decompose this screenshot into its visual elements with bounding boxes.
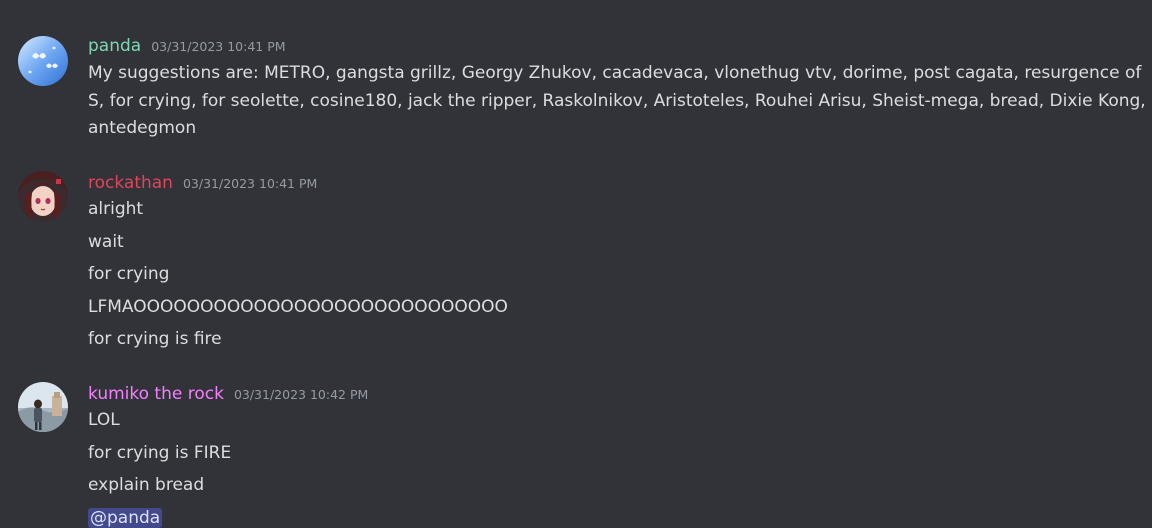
message-header: rockathan 03/31/2023 10:41 PM — [88, 173, 317, 193]
username[interactable]: panda — [88, 36, 141, 56]
message-text: for crying is fire — [88, 329, 222, 349]
clipped-previous-message — [88, 0, 93, 12]
user-mention[interactable]: @panda — [88, 508, 163, 528]
anime-girl-avatar[interactable] — [18, 171, 68, 221]
message-line-mention: @panda — [88, 506, 163, 528]
timestamp[interactable]: 03/31/2023 10:42 PM — [234, 387, 368, 402]
message-text: My suggestions are: METRO, gangsta grill… — [88, 63, 1146, 138]
message-text: explain bread — [88, 475, 205, 495]
message-text: LOL — [88, 410, 120, 430]
message-text: for crying is FIRE — [88, 443, 232, 463]
username[interactable]: rockathan — [88, 173, 173, 193]
message-text: LFMAOOOOOOOOOOOOOOOOOOOOOOOOOOOO — [88, 297, 508, 317]
message-text: wait — [88, 232, 124, 252]
username[interactable]: kumiko the rock — [88, 384, 224, 404]
message-header: kumiko the rock 03/31/2023 10:42 PM — [88, 384, 368, 404]
chat-message-list[interactable]: panda 03/31/2023 10:41 PM My suggestions… — [0, 0, 1152, 528]
timestamp[interactable]: 03/31/2023 10:41 PM — [151, 39, 285, 54]
message-text: alright — [88, 199, 144, 219]
message-header: panda 03/31/2023 10:41 PM — [88, 36, 286, 56]
landscape-figure-avatar[interactable] — [18, 382, 68, 432]
blue-sky-butterflies-avatar[interactable] — [18, 36, 68, 86]
message-text: for crying — [88, 264, 170, 284]
timestamp[interactable]: 03/31/2023 10:41 PM — [183, 176, 317, 191]
